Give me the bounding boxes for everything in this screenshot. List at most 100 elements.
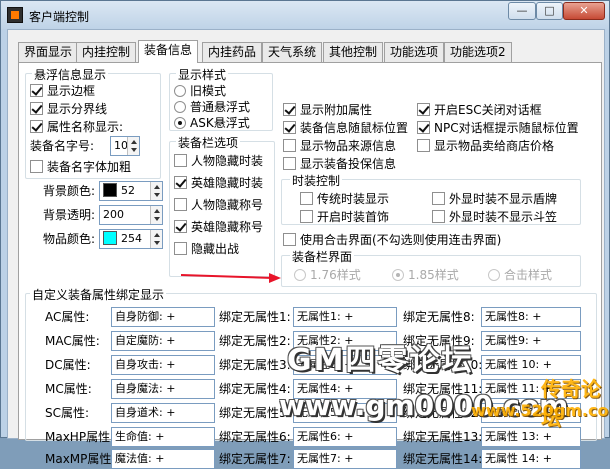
hero-hide-title-checkbox[interactable]: 英雄隐藏称号 (174, 220, 263, 234)
hero-hide-costume-checkbox[interactable]: 英雄隐藏时装 (174, 176, 263, 190)
tab-weather[interactable]: 天气系统 (262, 42, 323, 62)
attr-label: MAC属性: (45, 334, 100, 348)
close-button[interactable]: ✕ (563, 2, 605, 20)
show-border-checkbox[interactable]: 显示边框 (30, 84, 95, 98)
old-mode-label: 旧模式 (190, 84, 227, 98)
attr-name-label: 属性名称显示: (47, 120, 124, 134)
costume-control-legend: 时装控制 (290, 172, 343, 189)
old-mode-radio[interactable]: 旧模式 (174, 84, 226, 98)
float-info-legend: 悬浮信息显示 (32, 66, 109, 83)
normal-float-radio[interactable]: 普通悬浮式 (174, 100, 250, 114)
tab-equipment-info[interactable]: 装备信息 (138, 40, 199, 63)
bg-color-label: 背景颜色: (43, 184, 96, 198)
bg-color-field[interactable]: 52 (99, 181, 163, 201)
bind-label-2: 绑定无属性13: (403, 430, 483, 444)
show-insurance-checkbox[interactable]: 显示装备投保信息 (283, 157, 396, 171)
tab-plugin-control[interactable]: 内挂控制 (76, 42, 137, 62)
item-color-label: 物品颜色: (43, 232, 96, 246)
hide-battle-checkbox[interactable]: 隐藏出战 (174, 242, 239, 256)
traditional-costume-checkbox[interactable]: 传统时装显示 (300, 192, 389, 206)
hide-cape-checkbox[interactable]: 外显时装不显示斗笠 (432, 210, 557, 224)
spin-arrows-icon[interactable] (127, 137, 139, 155)
spin-arrows-icon[interactable] (150, 182, 162, 200)
style-176-label: 1.76样式 (310, 268, 361, 282)
show-shop-price-checkbox[interactable]: 显示物品卖给商店价格 (417, 139, 554, 153)
show-divider-label: 显示分界线 (47, 102, 108, 116)
attr-value-field[interactable]: 魔法值: + (111, 449, 215, 469)
hide-title-checkbox[interactable]: 人物隐藏称号 (174, 198, 263, 212)
costume-control-group: 时装控制 传统时装显示 外显时装不显示盾牌 开启时装首饰 外显时装不显示斗笠 (281, 172, 581, 225)
tab-interface[interactable]: 界面显示 (18, 42, 79, 62)
minimize-button[interactable]: — (508, 2, 536, 20)
bind-value-field-2[interactable]: 无属性 14: + (481, 449, 581, 469)
style-176-radio[interactable]: 1.76样式 (294, 268, 361, 282)
attr-label: MaxHP属性: (45, 430, 115, 444)
checkbox-icon (417, 121, 430, 134)
checkbox-icon (283, 233, 296, 246)
costume-jewelry-checkbox[interactable]: 开启时装首饰 (300, 210, 389, 224)
checkbox-icon (30, 160, 43, 173)
ask-float-radio[interactable]: ASK悬浮式 (174, 116, 250, 130)
bind-label-1: 绑定无属性1: (219, 310, 291, 324)
radio-icon (294, 269, 306, 281)
equipment-info-panel: 悬浮信息显示 显示边框 显示分界线 属性名称显示: 装备名字号: 10 装备名字… (18, 62, 602, 469)
tab-function-options[interactable]: 功能选项 (384, 42, 445, 62)
bind-value-field-2[interactable]: 无属性 10: + (481, 355, 581, 375)
attr-label: AC属性: (45, 310, 90, 324)
bg-alpha-field[interactable]: 200 (99, 205, 163, 225)
show-source-label: 显示物品来源信息 (300, 139, 397, 153)
tab-other-control[interactable]: 其他控制 (323, 42, 384, 62)
bind-value-field-2[interactable]: 无属性9: + (481, 331, 581, 351)
spin-arrows-icon[interactable] (150, 206, 162, 224)
red-arrow-icon (181, 273, 281, 283)
checkbox-icon (432, 192, 445, 205)
checkbox-icon (174, 154, 187, 167)
hide-costume-label: 人物隐藏时装 (191, 154, 264, 168)
bind-value-field-2[interactable]: 无属性8: + (481, 307, 581, 327)
bg-color-swatch (103, 183, 117, 197)
attr-value-field[interactable]: 自定魔防: + (111, 331, 215, 351)
hide-costume-checkbox[interactable]: 人物隐藏时装 (174, 154, 263, 168)
merge-style-radio[interactable]: 合击样式 (488, 268, 552, 282)
show-border-label: 显示边框 (47, 84, 96, 98)
show-insurance-label: 显示装备投保信息 (300, 157, 397, 171)
traditional-costume-label: 传统时装显示 (317, 192, 390, 206)
bind-label-1: 绑定无属性6: (219, 430, 291, 444)
bg-color-value: 52 (121, 184, 135, 197)
attr-name-checkbox[interactable]: 属性名称显示: (30, 120, 123, 134)
radio-icon (392, 269, 404, 281)
merge-ui-checkbox[interactable]: 使用合击界面(不勾选则使用连击界面) (283, 233, 501, 247)
attr-value-field[interactable]: 自身攻击: + (111, 355, 215, 375)
style-185-label: 1.85样式 (408, 268, 459, 282)
tab-plugin-potion[interactable]: 内挂药品 (202, 42, 263, 62)
npc-follow-checkbox[interactable]: NPC对话框提示随鼠标位置 (417, 121, 579, 135)
item-color-field[interactable]: 254 (99, 229, 163, 249)
tab-function-options-2[interactable]: 功能选项2 (444, 42, 512, 62)
style-185-radio[interactable]: 1.85样式 (392, 268, 459, 282)
show-shop-price-label: 显示物品卖给商店价格 (434, 139, 555, 153)
bold-name-checkbox[interactable]: 装备名字体加粗 (30, 160, 131, 174)
open-esc-checkbox[interactable]: 开启ESC关闭对话框 (417, 103, 542, 117)
checkbox-icon (417, 103, 430, 116)
maximize-button[interactable]: □ (536, 2, 563, 20)
equip-options-legend: 装备栏选项 (176, 134, 241, 151)
app-icon (7, 7, 23, 23)
bind-value-field-1[interactable]: 无属性7: + (293, 449, 397, 469)
hide-shield-checkbox[interactable]: 外显时装不显示盾牌 (432, 192, 557, 206)
equip-options-group: 装备栏选项 人物隐藏时装 英雄隐藏时装 人物隐藏称号 英雄隐藏称号 隐藏出战 (169, 134, 275, 277)
show-divider-checkbox[interactable]: 显示分界线 (30, 102, 107, 116)
follow-mouse-checkbox[interactable]: 装备信息随鼠标位置 (283, 121, 408, 135)
bind-label-2: 绑定无属性8: (403, 310, 475, 324)
show-source-checkbox[interactable]: 显示物品来源信息 (283, 139, 396, 153)
spin-arrows-icon[interactable] (150, 230, 162, 248)
font-size-stepper[interactable]: 10 (110, 136, 140, 156)
attr-value-field[interactable]: 生命值: + (111, 427, 215, 447)
attr-value-field[interactable]: 自身魔法: + (111, 379, 215, 399)
attr-value-field[interactable]: 自身防御: + (111, 307, 215, 327)
bind-value-field-1[interactable]: 无属性6: + (293, 427, 397, 447)
hero-hide-title-label: 英雄隐藏称号 (191, 220, 264, 234)
show-extra-attr-checkbox[interactable]: 显示附加属性 (283, 103, 372, 117)
checkbox-icon (283, 103, 296, 116)
attr-value-field[interactable]: 自身道术: + (111, 403, 215, 423)
bind-value-field-1[interactable]: 无属性1: + (293, 307, 397, 327)
